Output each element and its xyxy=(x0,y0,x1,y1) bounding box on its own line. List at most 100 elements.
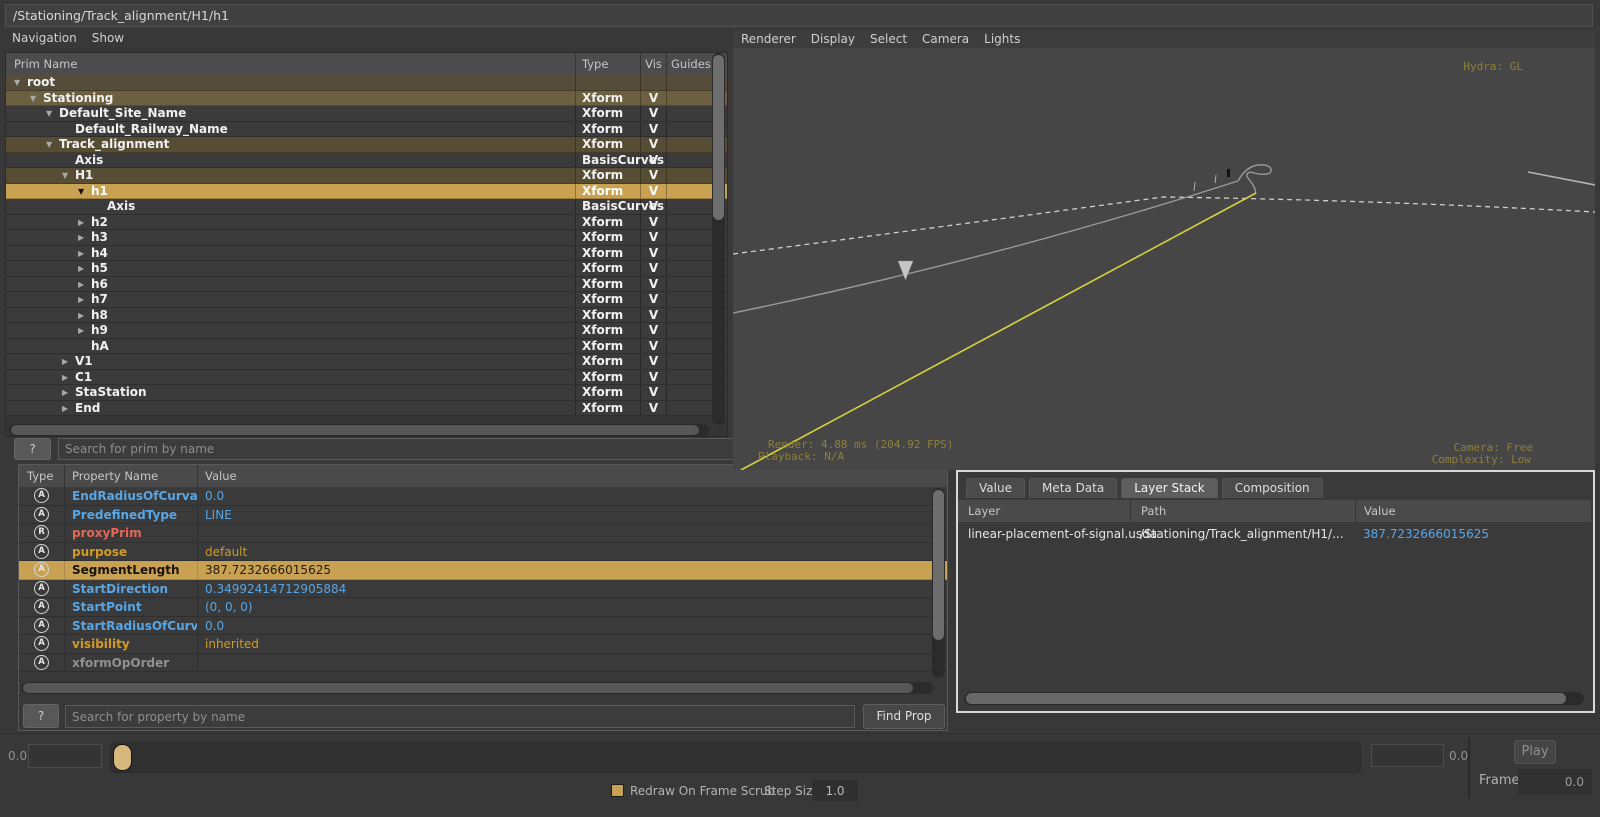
expander-icon[interactable]: ▶ xyxy=(78,308,91,323)
prim-name[interactable]: h8 xyxy=(91,308,575,323)
property-row[interactable]: A StartRadiusOfCurvature 0.0 xyxy=(19,617,947,636)
prim-name[interactable]: hA xyxy=(91,339,575,354)
prim-vis[interactable]: V xyxy=(640,137,666,152)
tree-row[interactable]: ▶ h8 Xform V xyxy=(6,308,727,324)
menu-item-show[interactable]: Show xyxy=(92,31,124,45)
expander-icon[interactable] xyxy=(62,153,75,168)
property-value[interactable]: 0.0 xyxy=(197,617,947,635)
column-prop-type[interactable]: Type xyxy=(19,465,64,487)
column-layer-value[interactable]: Value xyxy=(1355,500,1591,522)
property-name[interactable]: visibility xyxy=(64,635,197,653)
tree-row[interactable]: ▼ Stationing Xform V xyxy=(6,91,727,107)
prim-name[interactable]: Track_alignment xyxy=(59,137,575,152)
expander-icon[interactable]: ▼ xyxy=(30,91,43,106)
tree-row[interactable]: ▶ End Xform V xyxy=(6,401,727,417)
prim-name[interactable]: h4 xyxy=(91,246,575,261)
column-path[interactable]: Path xyxy=(1130,500,1355,522)
play-button[interactable]: Play xyxy=(1514,740,1556,764)
property-horizontal-scrollbar[interactable] xyxy=(21,682,933,694)
tree-vertical-scrollbar[interactable] xyxy=(712,53,725,425)
tree-vscroll-thumb[interactable] xyxy=(713,55,724,220)
viewport-canvas[interactable]: Hydra: GL Render: 4.88 ms (204.92 FPS) P… xyxy=(733,48,1595,470)
tree-row[interactable]: ▼ Track_alignment Xform V xyxy=(6,137,727,153)
property-vertical-scrollbar[interactable] xyxy=(932,488,945,678)
property-value[interactable]: 0.34992414712905884 xyxy=(197,580,947,598)
prim-name[interactable]: Default_Site_Name xyxy=(59,106,575,121)
column-type[interactable]: Type xyxy=(575,53,640,75)
prim-vis[interactable]: V xyxy=(640,184,666,199)
frame-range-start-input[interactable] xyxy=(28,744,102,768)
property-value[interactable]: 0.0 xyxy=(197,487,947,505)
expander-icon[interactable]: ▼ xyxy=(46,137,59,152)
property-name[interactable]: proxyPrim xyxy=(64,524,197,542)
expander-icon[interactable]: ▶ xyxy=(62,370,75,385)
tree-row[interactable]: ▼ Default_Site_Name Xform V xyxy=(6,106,727,122)
tree-row[interactable]: ▶ V1 Xform V xyxy=(6,354,727,370)
redraw-checkbox[interactable] xyxy=(611,784,624,797)
expander-icon[interactable]: ▶ xyxy=(62,354,75,369)
frame-slider-track[interactable] xyxy=(110,742,1361,773)
property-value[interactable] xyxy=(197,654,947,672)
tree-row[interactable]: ▶ C1 Xform V xyxy=(6,370,727,386)
prim-vis[interactable]: V xyxy=(640,323,666,338)
property-name[interactable]: StartDirection xyxy=(64,580,197,598)
expander-icon[interactable]: ▶ xyxy=(78,277,91,292)
property-value[interactable] xyxy=(197,524,947,542)
property-name[interactable]: SegmentLength xyxy=(64,561,197,579)
tree-row[interactable]: ▶ h6 Xform V xyxy=(6,277,727,293)
property-name[interactable]: purpose xyxy=(64,543,197,561)
column-prim-name[interactable]: Prim Name xyxy=(6,53,575,75)
expander-icon[interactable]: ▶ xyxy=(78,246,91,261)
prim-vis[interactable]: V xyxy=(640,277,666,292)
property-value[interactable]: (0, 0, 0) xyxy=(197,598,947,616)
prim-vis[interactable]: V xyxy=(640,230,666,245)
expander-icon[interactable]: ▶ xyxy=(78,215,91,230)
prim-vis[interactable]: V xyxy=(640,385,666,400)
menu-item-renderer[interactable]: Renderer xyxy=(741,32,796,46)
property-row[interactable]: A PredefinedType LINE xyxy=(19,506,947,525)
property-name[interactable]: PredefinedType xyxy=(64,506,197,524)
prim-vis[interactable]: V xyxy=(640,153,666,168)
tree-row[interactable]: ▶ h9 Xform V xyxy=(6,323,727,339)
layer-name[interactable]: linear-placement-of-signal.usda xyxy=(958,522,1130,546)
prim-vis[interactable]: V xyxy=(640,401,666,416)
column-prop-name[interactable]: Property Name xyxy=(64,465,197,487)
property-row[interactable]: A SegmentLength 387.7232666015625 xyxy=(19,561,947,580)
prop-search-help-button[interactable]: ? xyxy=(23,704,59,728)
tree-row[interactable]: ▼ root xyxy=(6,75,727,91)
property-value[interactable]: 387.7232666015625 xyxy=(197,561,947,579)
prim-name[interactable]: C1 xyxy=(75,370,575,385)
prim-name[interactable]: V1 xyxy=(75,354,575,369)
tree-row[interactable]: ▶ StaStation Xform V xyxy=(6,385,727,401)
expander-icon[interactable]: ▶ xyxy=(78,292,91,307)
prim-name[interactable]: h7 xyxy=(91,292,575,307)
property-row[interactable]: R proxyPrim xyxy=(19,524,947,543)
prim-name[interactable]: root xyxy=(27,75,575,90)
tree-hscroll-thumb[interactable] xyxy=(11,425,699,435)
prim-path-bar[interactable]: /Stationing/Track_alignment/H1/h1 xyxy=(5,4,1593,27)
prim-vis[interactable]: V xyxy=(640,215,666,230)
property-row[interactable]: A StartPoint (0, 0, 0) xyxy=(19,598,947,617)
prim-name[interactable]: h3 xyxy=(91,230,575,245)
tree-row[interactable]: ▶ h2 Xform V xyxy=(6,215,727,231)
property-row[interactable]: A visibility inherited xyxy=(19,635,947,654)
prim-vis[interactable]: V xyxy=(640,339,666,354)
inspector-hscroll-thumb[interactable] xyxy=(966,693,1566,704)
column-guides[interactable]: Guides xyxy=(666,53,712,75)
prim-name[interactable]: StaStation xyxy=(75,385,575,400)
prim-vis[interactable]: V xyxy=(640,292,666,307)
tree-row[interactable]: hA Xform V xyxy=(6,339,727,355)
prim-vis[interactable]: V xyxy=(640,261,666,276)
menu-item-camera[interactable]: Camera xyxy=(922,32,969,46)
frame-slider-handle[interactable] xyxy=(113,744,132,771)
expander-icon[interactable]: ▶ xyxy=(62,385,75,400)
prim-name[interactable]: Axis xyxy=(75,153,575,168)
prim-name[interactable]: h9 xyxy=(91,323,575,338)
prim-name[interactable]: Stationing xyxy=(43,91,575,106)
find-prop-button[interactable]: Find Prop xyxy=(863,704,945,729)
prim-vis[interactable]: V xyxy=(640,91,666,106)
prim-vis[interactable]: V xyxy=(640,168,666,183)
tree-row[interactable]: ▼ H1 Xform V xyxy=(6,168,727,184)
property-name[interactable]: EndRadiusOfCurvature xyxy=(64,487,197,505)
expander-icon[interactable]: ▶ xyxy=(78,261,91,276)
